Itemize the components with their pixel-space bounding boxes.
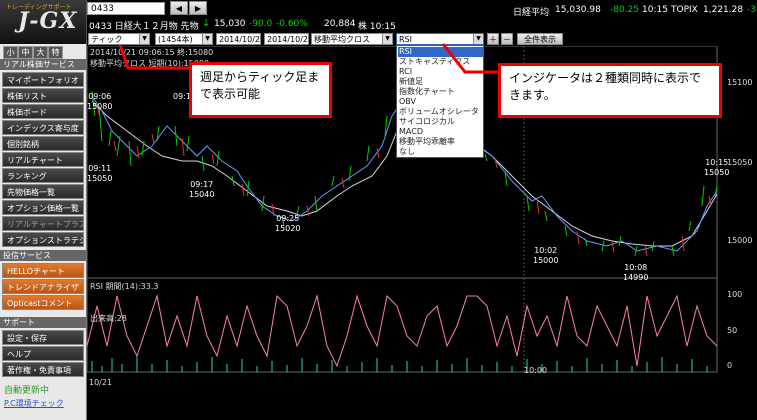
dropdown-option[interactable]: なし xyxy=(398,147,483,157)
topix-change: -3 xyxy=(747,5,756,15)
timeframe-value: ティック xyxy=(91,35,123,44)
price-annotation: 10:15 15050 xyxy=(704,158,730,177)
sidebar: 小 中 大 特 リアル株価サービス マイポートフォリオ 株価リスト 株価ボード … xyxy=(0,44,87,420)
rsi-legend: RSI 期間(14):33.3 xyxy=(90,282,159,291)
nikkei-value: 15,030.98 xyxy=(555,5,601,15)
date-to-value: 2014/10/21 xyxy=(267,35,309,44)
font-size-small-button[interactable]: 小 xyxy=(3,46,18,59)
callout-timeframe: 週足からティック足まで表示可能 xyxy=(189,62,332,118)
indicator2-value: RSI xyxy=(399,35,412,44)
price-annotation: 09:17 15040 xyxy=(189,180,215,199)
dropdown-option[interactable]: 指数化チャート xyxy=(398,87,483,97)
indicator1-value: 移動平均クロス xyxy=(314,35,370,44)
indicator2-select[interactable]: RSI ▼ xyxy=(396,33,484,45)
last-time: 株 10:15 xyxy=(358,22,396,32)
date-from-value: 2014/10/21 xyxy=(219,35,261,44)
nikkei-change: -80.25 xyxy=(610,5,640,15)
sidebar-item-option-strategy[interactable]: オプションストラテジ xyxy=(2,232,84,247)
sidebar-item-stock-board[interactable]: 株価ボード xyxy=(2,104,84,119)
rsi-line xyxy=(87,294,718,368)
font-size-medium-button[interactable]: 中 xyxy=(18,46,33,59)
nikkei-label: 日経平均 xyxy=(513,8,550,18)
dropdown-option[interactable]: OBV xyxy=(398,97,483,107)
x-time-label: 10:00 xyxy=(524,366,548,375)
zoom-in-button[interactable]: ＋ xyxy=(487,33,499,45)
sidebar-item-real-chart[interactable]: リアルチャート xyxy=(2,152,84,167)
chevron-down-icon: ▼ xyxy=(202,34,212,44)
rsi-tick-0: 0 xyxy=(727,361,733,370)
chevron-down-icon: ▼ xyxy=(382,34,392,44)
sidebar-item-real-chart-plus[interactable]: リアルチャートプラス xyxy=(2,216,84,231)
price-change-pct: -0.60% xyxy=(276,19,308,29)
sidebar-item-help[interactable]: ヘルプ xyxy=(2,346,84,361)
prev-button[interactable]: ◀ xyxy=(170,1,188,15)
date-to-input[interactable]: 2014/10/21 xyxy=(264,33,309,45)
sidebar-item-futures-list[interactable]: 先物価格一覧 xyxy=(2,184,84,199)
chevron-down-icon: ▼ xyxy=(139,34,149,44)
price-annotation: 10:08 14990 xyxy=(623,263,649,282)
volume-legend: 出来高:28 xyxy=(90,314,127,323)
instrument-name: 0433 日経大１２月物 先物 xyxy=(89,22,199,32)
logo-text: J-GX xyxy=(18,8,78,34)
show-all-button[interactable]: 全件表示 xyxy=(517,33,563,45)
indicator1-select[interactable]: 移動平均クロス ▼ xyxy=(311,33,393,45)
section-funds: 投信サービス xyxy=(0,250,86,261)
price-change: -90.0 xyxy=(249,19,273,29)
y-label-15100: 15100 xyxy=(727,78,753,87)
timeframe-select[interactable]: ティック ▼ xyxy=(88,33,150,45)
indicator-dropdown-list[interactable]: RSI ストキャスティクス RCI 新値足 指数化チャート OBV ボリュームオ… xyxy=(396,45,484,158)
dropdown-option[interactable]: ストキャスティクス xyxy=(398,57,483,67)
volume-value: 20,884 xyxy=(324,19,356,29)
sidebar-item-hello-chart[interactable]: HELLOチャート xyxy=(2,263,84,278)
topix-value: 1,221.28 xyxy=(703,5,744,15)
sidebar-item-settings[interactable]: 設定・保存 xyxy=(2,330,84,345)
dropdown-option[interactable]: 移動平均乖離率 xyxy=(398,137,483,147)
sidebar-item-index-contrib[interactable]: インデックス寄与度 xyxy=(2,120,84,135)
sidebar-item-opticast[interactable]: Opticastコメント xyxy=(2,295,84,310)
chart-info-line: 2014/10/21 09:06:15 終:15080 xyxy=(90,48,214,57)
font-size-xlarge-button[interactable]: 特 xyxy=(48,46,63,59)
date-from-input[interactable]: 2014/10/21 xyxy=(216,33,261,45)
price-annotation: 09:06 15080 xyxy=(87,92,113,111)
y-label-15000: 15000 xyxy=(727,236,753,245)
topix-label: TOPIX xyxy=(671,5,698,15)
last-price: 15,030 xyxy=(214,19,246,29)
y-label-15050: 15050 xyxy=(727,158,753,167)
chevron-down-icon: ▼ xyxy=(473,34,483,44)
dropdown-option[interactable]: MACD xyxy=(398,127,483,137)
sidebar-item-trend-analyzer[interactable]: トレンドアナライザ xyxy=(2,279,84,294)
dropdown-option[interactable]: 新値足 xyxy=(398,77,483,87)
nikkei-time: 10:15 xyxy=(642,5,668,15)
font-size-large-button[interactable]: 大 xyxy=(33,46,48,59)
auto-update-status: 自動更新中 xyxy=(4,386,50,396)
dropdown-option[interactable]: RCI xyxy=(398,67,483,77)
sidebar-item-ranking[interactable]: ランキング xyxy=(2,168,84,183)
bar-count-select[interactable]: (1454本) ▼ xyxy=(155,33,213,45)
pc-check-link[interactable]: P.C環境チェック xyxy=(4,398,64,409)
zoom-out-button[interactable]: － xyxy=(501,33,513,45)
rsi-tick-50: 50 xyxy=(727,326,738,335)
next-button[interactable]: ▶ xyxy=(189,1,207,15)
section-realtime: リアル株価サービス xyxy=(0,59,86,70)
app-logo: トレーディングサポート J-GX xyxy=(0,0,87,44)
price-annotation: 09:25 15020 xyxy=(275,214,301,233)
sidebar-item-portfolio[interactable]: マイポートフォリオ xyxy=(2,72,84,87)
down-arrow-icon: ↓ xyxy=(202,18,211,29)
rsi-tick-100: 100 xyxy=(727,290,743,299)
dropdown-option[interactable]: ボリュームオシレータ xyxy=(398,107,483,117)
bar-count-value: (1454本) xyxy=(158,35,193,44)
code-input[interactable]: 0433 xyxy=(87,2,165,15)
section-support: サポート xyxy=(0,317,86,328)
sidebar-item-disclaimer[interactable]: 著作権・免責事項 xyxy=(2,362,84,377)
sidebar-item-individual[interactable]: 個別銘柄 xyxy=(2,136,84,151)
sidebar-item-stock-list[interactable]: 株価リスト xyxy=(2,88,84,103)
price-annotation: 09:11 15050 xyxy=(87,164,113,183)
dropdown-option[interactable]: RSI xyxy=(398,47,483,57)
dropdown-option[interactable]: サイコロジカル xyxy=(398,117,483,127)
volume-bars xyxy=(91,356,708,372)
sidebar-item-options-list[interactable]: オプション価格一覧 xyxy=(2,200,84,215)
x-date-label: 10/21 xyxy=(89,378,113,387)
price-annotation: 10:02 15000 xyxy=(533,246,559,265)
callout-indicators: インジケータは２種類同時に表示できます。 xyxy=(498,63,722,118)
